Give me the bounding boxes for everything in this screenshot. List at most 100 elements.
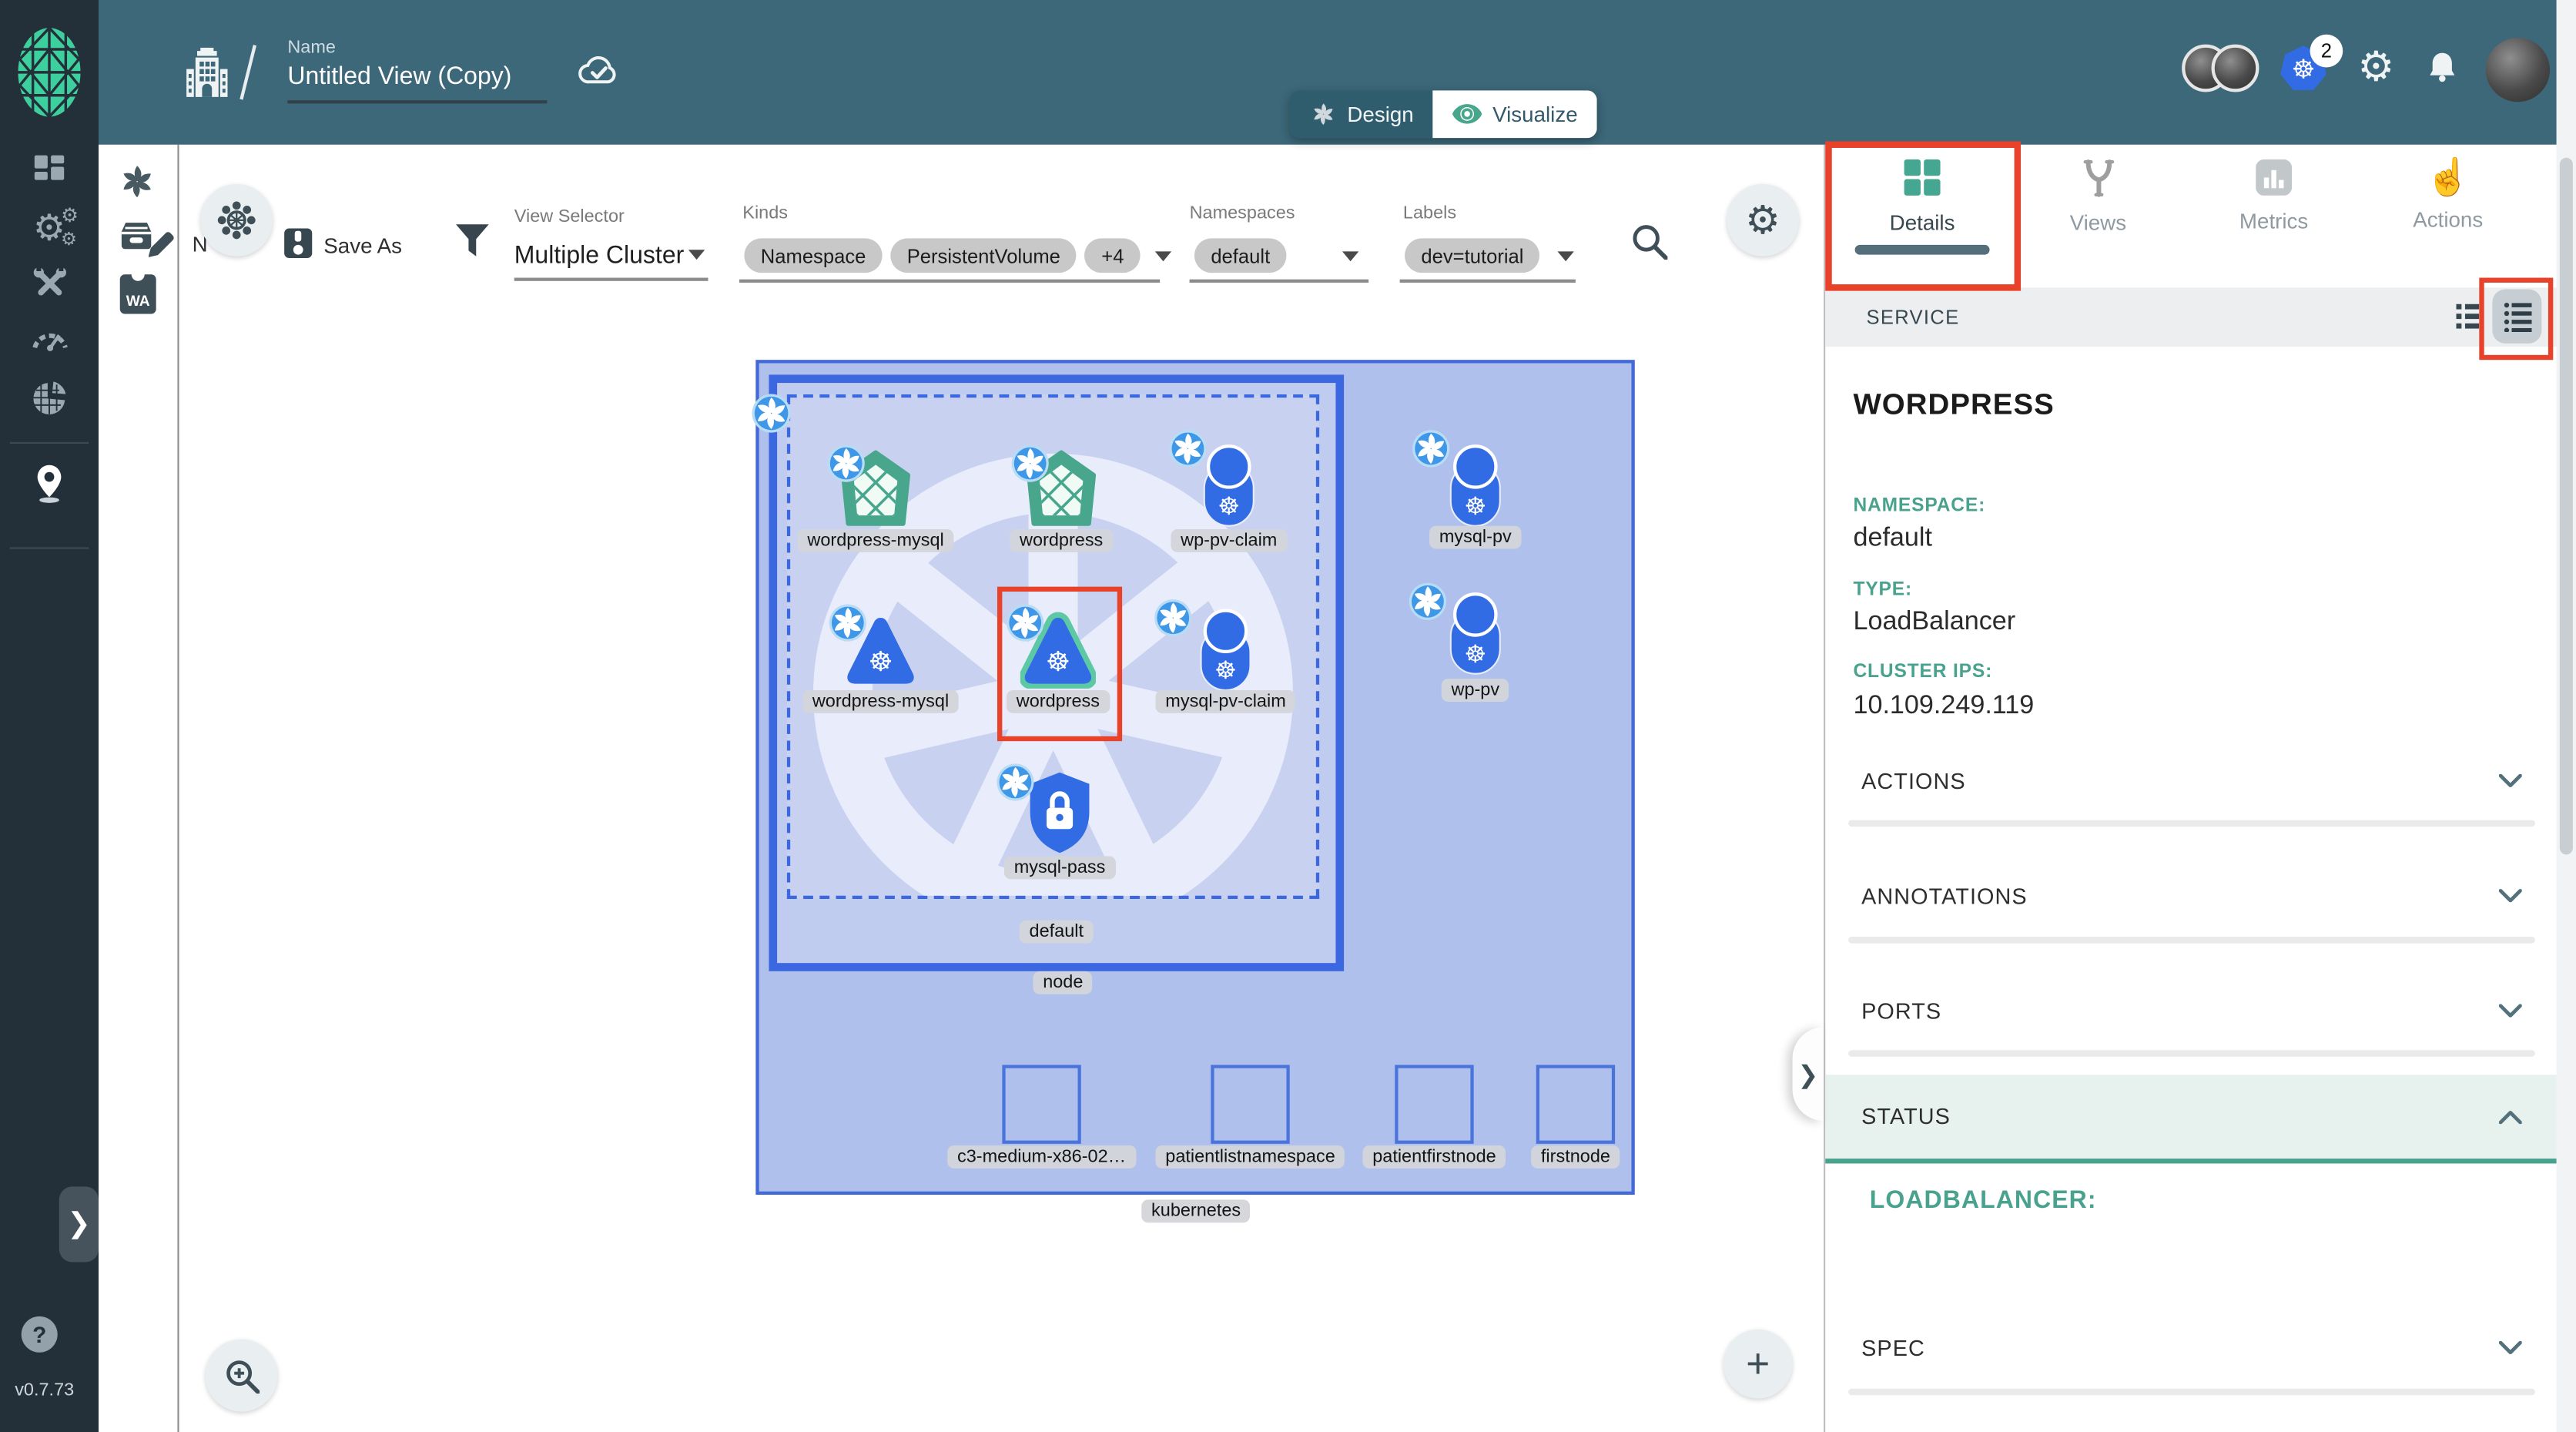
- kind-chip-more[interactable]: +4: [1084, 238, 1141, 273]
- sidebar-item-toggle-location[interactable]: [0, 464, 99, 505]
- view-name-underline: [287, 100, 548, 104]
- node-label: wp-pv: [1441, 679, 1509, 702]
- sync-badge-icon: [1408, 582, 1447, 621]
- wasm-filter-icon[interactable]: WA: [119, 271, 156, 314]
- scrollbar-thumb[interactable]: [2559, 157, 2573, 855]
- field-value: default: [1853, 524, 1932, 552]
- compact-list-icon[interactable]: [2456, 304, 2480, 329]
- label-chip[interactable]: dev=tutorial: [1405, 238, 1540, 273]
- canvas-node-host-firstnode[interactable]: firstnode: [1531, 1065, 1620, 1169]
- settings-gear-icon[interactable]: ⚙: [2357, 42, 2394, 92]
- canvas-node-host-patientlistnamespace[interactable]: patientlistnamespace: [1155, 1065, 1345, 1169]
- sync-badge-icon: [996, 763, 1035, 802]
- field-value: LoadBalancer: [1853, 608, 2016, 636]
- view-name-input[interactable]: [287, 62, 548, 91]
- breadcrumb-separator: [240, 45, 256, 100]
- panel-collapse-handle[interactable]: ❯: [1792, 1027, 1824, 1121]
- canvas-node-pv-wp-pv[interactable]: wp-pv: [1442, 592, 1509, 702]
- labels-field: dev=tutorial: [1405, 238, 1575, 273]
- canvas-node-pvc-mysql-pv-claim[interactable]: mysql-pv-claim: [1193, 608, 1296, 713]
- persistent-volume-icon: [1442, 592, 1508, 677]
- edit-pencil-icon[interactable]: [146, 229, 178, 260]
- kubernetes-shape-button[interactable]: [200, 183, 273, 257]
- cluster-label: kubernetes: [1141, 1199, 1251, 1223]
- canvas-node-deployment-wordpress-mysql[interactable]: wordpress-mysql: [797, 451, 954, 552]
- sidebar-item-extensions[interactable]: [0, 378, 99, 418]
- node-label: patientlistnamespace: [1155, 1145, 1345, 1169]
- tab-details[interactable]: Details: [1848, 145, 1996, 255]
- metrics-icon: [2256, 159, 2293, 196]
- canvas-node-host-c3-medium[interactable]: c3-medium-x86-02…: [947, 1065, 1136, 1169]
- view-selector-caret-icon[interactable]: [688, 250, 705, 260]
- meshery-logo[interactable]: [16, 26, 82, 119]
- tab-views[interactable]: Views: [2024, 145, 2172, 235]
- sidebar-item-configuration[interactable]: [0, 264, 99, 302]
- node-label: c3-medium-x86-02…: [947, 1145, 1136, 1169]
- section-spec[interactable]: SPEC: [1825, 1315, 2558, 1380]
- notifications-bell-icon[interactable]: [2425, 49, 2460, 84]
- chevron-right-icon: ❯: [1797, 1061, 1819, 1089]
- add-node-button[interactable]: +: [1723, 1329, 1793, 1399]
- filter-funnel-icon[interactable]: [455, 223, 490, 258]
- canvas-tool-column: WA: [99, 144, 179, 1432]
- section-ports[interactable]: PORTS: [1825, 978, 2558, 1043]
- namespaces-caret-icon[interactable]: [1342, 250, 1359, 261]
- detailed-list-icon: [2503, 301, 2531, 331]
- section-annotations[interactable]: ANNOTATIONS: [1825, 863, 2558, 928]
- search-icon[interactable]: [1631, 223, 1667, 260]
- app-window: Name Design Visualize 2 ⚙ ⚙: [0, 0, 2576, 1432]
- sidebar-item-performance[interactable]: [0, 322, 99, 354]
- resource-kind-label: SERVICE: [1866, 305, 1960, 329]
- canvas-node-service-wordpress-selected[interactable]: wordpress: [1006, 612, 1110, 713]
- kinds-caret-icon[interactable]: [1155, 250, 1172, 261]
- tab-label: Actions: [2413, 206, 2484, 232]
- canvas-node-secret-mysql-pass[interactable]: mysql-pass: [1025, 769, 1116, 880]
- wasm-notch: [131, 271, 145, 281]
- user-avatar[interactable]: [2485, 38, 2551, 102]
- canvas-node-host-patientfirstnode[interactable]: patientfirstnode: [1362, 1065, 1506, 1169]
- chevron-up-icon: [2499, 1110, 2522, 1123]
- canvas-node-deployment-wordpress[interactable]: wordpress: [1010, 451, 1114, 552]
- tab-actions[interactable]: ☝ Actions: [2374, 145, 2522, 232]
- design-mode-button[interactable]: Design: [1289, 90, 1434, 139]
- canvas-settings-button[interactable]: ⚙: [1727, 183, 1800, 257]
- collaborator-avatar[interactable]: [2211, 44, 2259, 92]
- sync-badge-icon: [828, 603, 867, 642]
- kind-chip[interactable]: PersistentVolume: [890, 238, 1077, 273]
- page-scrollbar[interactable]: [2556, 0, 2576, 1432]
- help-button[interactable]: ?: [21, 1316, 58, 1353]
- labels-caret-icon[interactable]: [1558, 250, 1575, 261]
- node-label: patientfirstnode: [1362, 1145, 1506, 1169]
- sidebar-expand-chevron[interactable]: ❯: [59, 1186, 99, 1263]
- sidebar-item-dashboard[interactable]: [0, 153, 99, 182]
- section-label: PORTS: [1861, 998, 1942, 1024]
- namespace-chip[interactable]: default: [1194, 238, 1287, 273]
- zoom-in-button[interactable]: [205, 1339, 278, 1412]
- canvas-node-pv-mysql-pv[interactable]: mysql-pv: [1442, 444, 1522, 549]
- node-label: wordpress: [1010, 528, 1114, 552]
- section-divider: [1848, 820, 2535, 827]
- mode-toggle: Design Visualize: [1289, 90, 1598, 139]
- resource-title: WORDPRESS: [1853, 387, 2055, 421]
- context-count-badge[interactable]: 2: [2310, 34, 2343, 68]
- zoom-in-icon: [224, 1358, 259, 1393]
- chevron-down-icon: [2499, 1004, 2522, 1018]
- canvas-node-service-wordpress-mysql[interactable]: wordpress-mysql: [802, 612, 959, 713]
- cloud-saved-icon[interactable]: [577, 51, 616, 87]
- design-pinwheel-icon[interactable]: [116, 161, 157, 202]
- section-actions[interactable]: ACTIONS: [1825, 748, 2558, 813]
- save-icon[interactable]: [284, 228, 313, 258]
- resource-kind-bar: SERVICE: [1825, 287, 2558, 347]
- sidebar-item-lifecycle[interactable]: ⚙ ⚙ ⚙: [0, 204, 99, 250]
- detailed-list-button[interactable]: [2492, 289, 2542, 344]
- visualize-mode-button[interactable]: Visualize: [1433, 90, 1598, 139]
- save-as-button[interactable]: Save As: [323, 233, 402, 258]
- tab-metrics[interactable]: Metrics: [2200, 145, 2348, 233]
- section-label: ANNOTATIONS: [1861, 883, 2028, 908]
- chevron-down-icon: [2499, 774, 2522, 787]
- section-status-expanded[interactable]: STATUS: [1825, 1075, 2558, 1164]
- view-selector-value[interactable]: Multiple Cluster: [514, 242, 685, 270]
- canvas-node-pvc-wp-pv-claim[interactable]: wp-pv-claim: [1196, 444, 1288, 552]
- kind-chip[interactable]: Namespace: [744, 238, 883, 273]
- organization-icon[interactable]: [184, 47, 230, 99]
